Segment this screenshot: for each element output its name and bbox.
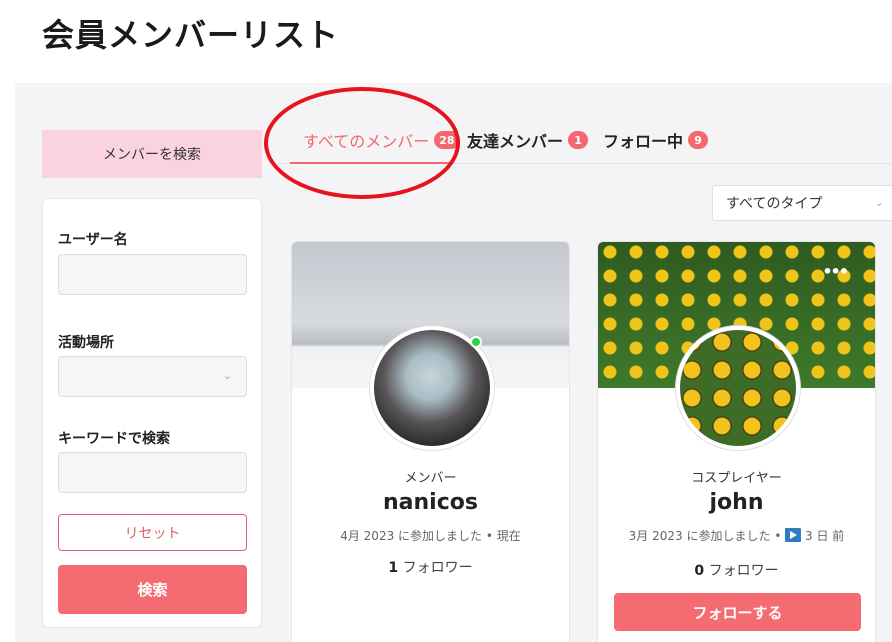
separator: • xyxy=(485,529,493,543)
follower-count: 1 フォロワー xyxy=(292,557,569,577)
search-button[interactable]: 検索 xyxy=(58,565,247,614)
separator: • xyxy=(774,529,782,543)
last-active: 3 日 前 xyxy=(805,529,845,543)
member-card[interactable]: ••• コスプレイヤー john 3月 2023 に参加しました • 3 日 前… xyxy=(597,241,876,642)
keyword-label: キーワードで検索 xyxy=(58,431,170,447)
member-activity: 3月 2023 に参加しました • 3 日 前 xyxy=(598,527,875,544)
follower-label: フォロワー xyxy=(708,563,779,579)
member-type-value: すべてのタイプ xyxy=(726,196,823,212)
chevron-down-icon: ⌄ xyxy=(222,369,232,382)
follower-number: 0 xyxy=(694,563,705,579)
member-activity: 4月 2023 に参加しました • 現在 xyxy=(292,527,569,544)
avatar[interactable] xyxy=(676,326,800,450)
member-search-panel: ユーザー名 活動場所 ⌄ キーワードで検索 リセット 検索 xyxy=(42,198,262,628)
online-status-icon xyxy=(470,336,482,348)
member-type-select[interactable]: すべてのタイプ ⌄ xyxy=(712,185,892,221)
member-name[interactable]: john xyxy=(598,490,875,515)
follower-label: フォロワー xyxy=(402,560,473,576)
reset-button[interactable]: リセット xyxy=(58,514,247,551)
annotation-circle xyxy=(264,87,460,199)
follow-button[interactable]: フォローする xyxy=(614,593,861,631)
more-dots-icon[interactable]: ••• xyxy=(822,262,849,281)
keyword-input[interactable] xyxy=(58,452,247,493)
follower-count: 0 フォロワー xyxy=(598,560,875,580)
tab-friends-label: 友達メンバー xyxy=(467,132,564,151)
last-active: 現在 xyxy=(496,529,521,543)
tab-following-label: フォロー中 xyxy=(603,132,684,151)
member-role: コスプレイヤー xyxy=(691,471,782,486)
chevron-down-icon: ⌄ xyxy=(874,196,884,209)
member-name[interactable]: nanicos xyxy=(292,490,569,515)
member-search-header: メンバーを検索 xyxy=(42,130,262,178)
username-label: ユーザー名 xyxy=(58,232,128,248)
page-title: 会員メンバーリスト xyxy=(42,16,340,54)
member-role: メンバー xyxy=(404,471,457,486)
username-input[interactable] xyxy=(58,254,247,295)
joined-date: 4月 2023 に参加しました xyxy=(340,529,483,543)
video-play-icon xyxy=(785,528,802,542)
tab-friends[interactable]: 友達メンバー 1 xyxy=(467,130,589,151)
tab-friends-count: 1 xyxy=(568,131,589,149)
member-card[interactable]: メンバー nanicos 4月 2023 に参加しました • 現在 1 フォロワ… xyxy=(291,241,570,642)
location-label: 活動場所 xyxy=(58,335,114,351)
follower-number: 1 xyxy=(388,560,399,576)
joined-date: 3月 2023 に参加しました xyxy=(628,529,771,543)
tab-following-count: 9 xyxy=(688,131,709,149)
location-select[interactable]: ⌄ xyxy=(58,356,247,397)
tab-following[interactable]: フォロー中 9 xyxy=(603,130,709,151)
